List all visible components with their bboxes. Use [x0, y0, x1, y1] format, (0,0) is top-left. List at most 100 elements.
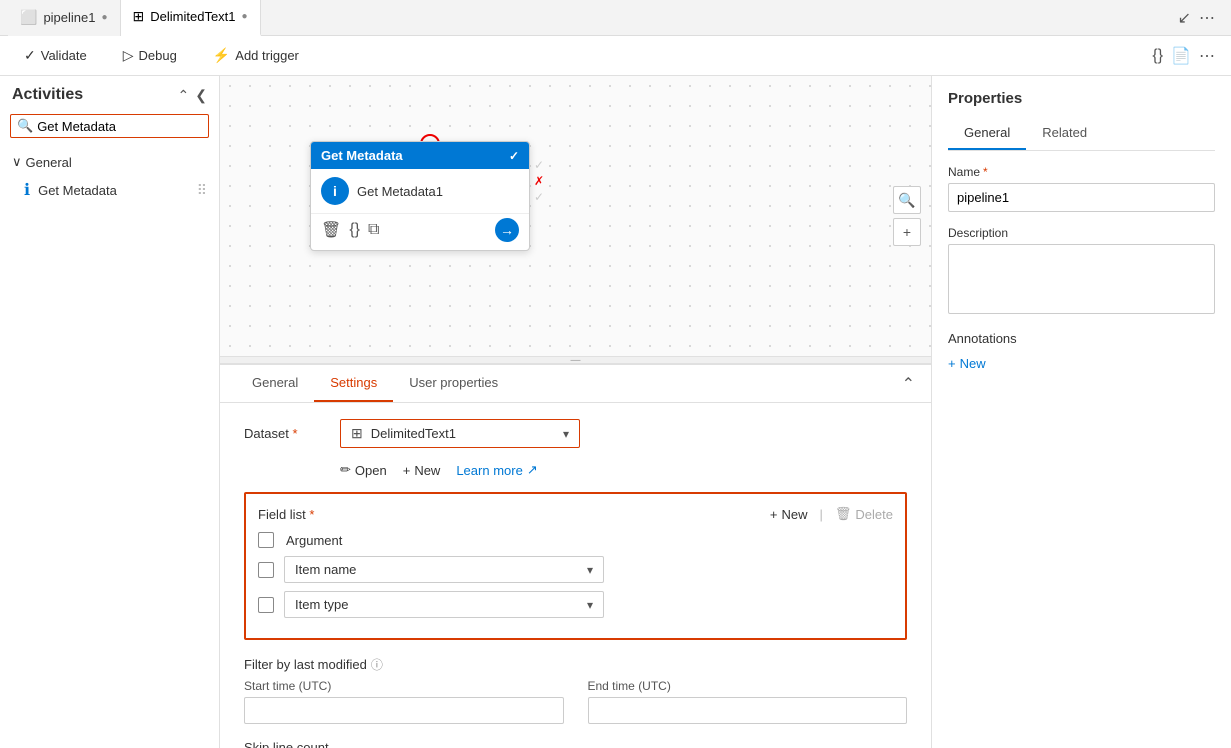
item-name-checkbox[interactable] [258, 562, 274, 578]
node-code-icon[interactable]: {} [349, 221, 360, 239]
sidebar-header-icons: ⌃ ❮ [178, 87, 207, 104]
field-row-item-type: Item type ▾ [258, 591, 893, 618]
field-action-separator: | [820, 507, 823, 522]
field-new-btn[interactable]: + New [770, 507, 808, 522]
open-action[interactable]: ✏ Open [340, 462, 387, 478]
activity-node-toolbar: 🗑 {} ⧉ → [311, 213, 529, 250]
dataset-dropdown[interactable]: ⊞ DelimitedText1 ▾ [340, 419, 580, 448]
validate-button[interactable]: ✓ Validate [16, 43, 95, 68]
dataset-actions: ✏ Open + New Learn more ↗ [244, 462, 907, 478]
tab-general[interactable]: General [236, 365, 314, 402]
activity-node-body: i Get Metadata1 [311, 169, 529, 213]
field-delete-icon: 🗑 [835, 506, 852, 522]
argument-label: Argument [284, 533, 342, 548]
bottom-tabs-left: General Settings User properties [236, 365, 514, 402]
plus-icon: + [403, 463, 411, 478]
dataset-row: Dataset * ⊞ DelimitedText1 ▾ [244, 419, 907, 448]
node-arrow-icon[interactable]: → [495, 218, 519, 242]
sidebar-group-general: ∨ General ℹ Get Metadata ⠿ [0, 146, 219, 210]
node-header-label: Get Metadata [321, 148, 403, 163]
item-type-text: Item type [295, 597, 579, 612]
item-name-dropdown[interactable]: Item name ▾ [284, 556, 604, 583]
prop-tab-general[interactable]: General [948, 117, 1026, 150]
validate-label: Validate [41, 48, 87, 63]
dataset-dropdown-text: DelimitedText1 [371, 426, 555, 441]
filter-end-label: End time (UTC) [588, 679, 908, 693]
field-list-label: Field list * [258, 507, 314, 522]
prop-description-input[interactable] [948, 244, 1215, 314]
tab-pipeline1[interactable]: ⬜ pipeline1 ● [8, 0, 121, 36]
item-type-dropdown[interactable]: Item type ▾ [284, 591, 604, 618]
node-delete-icon[interactable]: 🗑 [321, 220, 341, 240]
search-icon: 🔍 [17, 118, 33, 134]
more-options-icon[interactable]: ⋯ [1199, 8, 1215, 28]
node-action-tick: ✓ [534, 158, 544, 172]
activity-node: Get Metadata ✓ i Get Metadata1 🗑 {} ⧉ → [310, 141, 530, 251]
sidebar-item-get-metadata[interactable]: ℹ Get Metadata ⠿ [0, 174, 219, 206]
trigger-icon: ⚡ [213, 47, 230, 64]
tab-settings[interactable]: Settings [314, 365, 393, 402]
filter-start-label: Start time (UTC) [244, 679, 564, 693]
node-copy-icon[interactable]: ⧉ [368, 221, 379, 239]
filter-info-icon[interactable]: ⓘ [371, 656, 383, 673]
dataset-dropdown-icon: ⊞ [351, 425, 363, 442]
node-info-icon: i [321, 177, 349, 205]
node-body-label: Get Metadata1 [357, 184, 443, 199]
collapse-icon[interactable]: ⌃ [178, 87, 190, 104]
tab-delimitedtext1-close[interactable]: ● [242, 11, 248, 22]
filter-start-input[interactable] [244, 697, 564, 724]
item-type-checkbox[interactable] [258, 597, 274, 613]
dataset-chevron-icon: ▾ [563, 427, 569, 441]
panel-collapse-icon[interactable]: ⌃ [902, 374, 915, 394]
tab-delimitedtext1[interactable]: ⊞ DelimitedText1 ● [121, 0, 261, 36]
add-trigger-button[interactable]: ⚡ Add trigger [205, 43, 307, 68]
filter-section: Filter by last modified ⓘ Start time (UT… [244, 656, 907, 724]
filter-row: Start time (UTC) End time (UTC) [244, 679, 907, 724]
restore-icon[interactable]: ↙ [1178, 8, 1191, 28]
code-icon[interactable]: {} [1152, 47, 1163, 65]
new-action[interactable]: + New [403, 463, 441, 478]
prop-new-btn[interactable]: + New [948, 356, 1215, 371]
resize-handle[interactable]: — [220, 356, 931, 364]
nav-icon[interactable]: ❮ [195, 87, 207, 104]
argument-checkbox[interactable] [258, 532, 274, 548]
item-name-chevron: ▾ [587, 563, 593, 577]
prop-description-label: Description [948, 226, 1215, 240]
canvas-mini-toolbar: 🔍 + [893, 186, 921, 246]
tab-pipeline1-close[interactable]: ● [101, 12, 107, 23]
node-success-icon[interactable]: ✓ [509, 149, 519, 163]
filter-end-input[interactable] [588, 697, 908, 724]
filter-start-field: Start time (UTC) [244, 679, 564, 724]
search-input[interactable] [37, 119, 213, 134]
doc-icon[interactable]: 📄 [1171, 46, 1191, 66]
properties-title: Properties [948, 90, 1215, 107]
debug-button[interactable]: ▷ Debug [115, 43, 185, 68]
item-name-text: Item name [295, 562, 579, 577]
sidebar-group-header[interactable]: ∨ General [0, 150, 219, 174]
search-box[interactable]: 🔍 [10, 114, 209, 138]
learn-more-link[interactable]: Learn more ↗ [456, 462, 537, 478]
toolbar: ✓ Validate ▷ Debug ⚡ Add trigger {} 📄 ⋯ [0, 36, 1231, 76]
sidebar-header: Activities ⌃ ❮ [0, 76, 219, 110]
canvas[interactable]: Get Metadata ✓ i Get Metadata1 🗑 {} ⧉ → [220, 76, 931, 356]
node-action-tick2: ✓ [534, 190, 544, 204]
pencil-icon: ✏ [340, 462, 351, 478]
field-delete-btn[interactable]: 🗑 Delete [835, 506, 893, 522]
drag-handle-icon[interactable]: ⠿ [197, 182, 207, 199]
skip-label: Skip line count [244, 740, 907, 748]
prop-name-input[interactable] [948, 183, 1215, 212]
field-plus-icon: + [770, 507, 778, 522]
field-list-header: Field list * + New | 🗑 Delete [258, 506, 893, 522]
canvas-search-btn[interactable]: 🔍 [893, 186, 921, 214]
validate-icon: ✓ [24, 47, 36, 64]
tab-user-properties[interactable]: User properties [393, 365, 514, 402]
add-trigger-label: Add trigger [235, 48, 299, 63]
toolbar-right: {} 📄 ⋯ [1152, 46, 1215, 66]
toolbar-more-icon[interactable]: ⋯ [1199, 46, 1215, 66]
prop-tab-related[interactable]: Related [1026, 117, 1103, 150]
canvas-zoom-in-btn[interactable]: + [893, 218, 921, 246]
dataset-label: Dataset * [244, 426, 324, 441]
sidebar-item-left: ℹ Get Metadata [24, 180, 117, 200]
field-list-container: Field list * + New | 🗑 Delete [244, 492, 907, 640]
sidebar: Activities ⌃ ❮ 🔍 ∨ General ℹ Get Metadat… [0, 76, 220, 748]
